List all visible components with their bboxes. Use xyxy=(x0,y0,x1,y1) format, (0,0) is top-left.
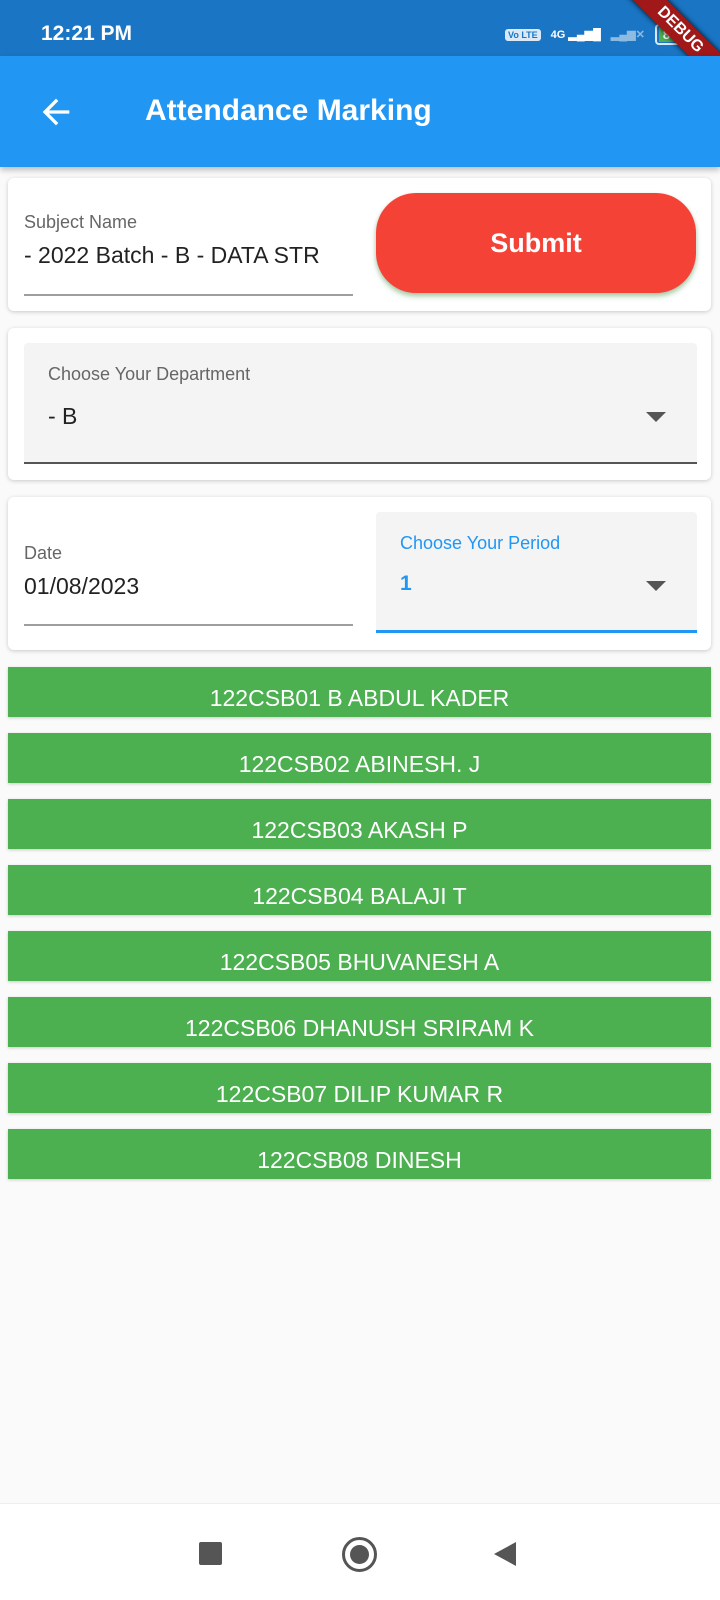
arrow-back-icon[interactable] xyxy=(36,92,76,132)
period-label: Choose Your Period xyxy=(400,533,561,553)
student-row[interactable]: 122CSB04 BALAJI T xyxy=(8,865,711,915)
app-bar: Attendance Marking xyxy=(0,56,720,167)
date-field[interactable]: 01/08/2023 xyxy=(24,573,139,600)
student-row[interactable]: 122CSB06 DHANUSH SRIRAM K xyxy=(8,997,711,1047)
no-signal-icon: ▂▄▆✕ xyxy=(610,29,645,41)
date-label: Date xyxy=(24,543,63,563)
department-value: - B xyxy=(48,403,78,429)
student-row[interactable]: 122CSB07 DILIP KUMAR R xyxy=(8,1063,711,1113)
status-bar: 12:21 PM Vo LTE 4G ▂▄▆█ ▂▄▆✕ 85 DEBUG xyxy=(0,0,720,96)
subject-card: Subject Name - 2022 Batch - B - DATA STR… xyxy=(8,178,711,311)
system-nav-bar xyxy=(0,1503,720,1600)
caret-down-icon xyxy=(646,581,666,591)
volte-icon: Vo LTE xyxy=(505,28,541,41)
student-row[interactable]: 122CSB03 AKASH P xyxy=(8,799,711,849)
period-value: 1 xyxy=(400,572,412,595)
period-dropdown[interactable]: Choose Your Period 1 xyxy=(376,512,697,633)
page-title: Attendance Marking xyxy=(145,94,432,127)
department-dropdown[interactable]: Choose Your Department - B xyxy=(24,343,697,464)
date-period-card: Date 01/08/2023 Choose Your Period 1 xyxy=(8,497,711,650)
student-row[interactable]: 122CSB08 DINESH xyxy=(8,1129,711,1179)
submit-button[interactable]: Submit xyxy=(376,193,696,293)
signal-icon: 4G ▂▄▆█ xyxy=(550,29,601,41)
caret-down-icon xyxy=(646,412,666,422)
subject-field[interactable]: - 2022 Batch - B - DATA STR xyxy=(24,242,354,269)
clock: 12:21 PM xyxy=(41,22,133,45)
date-underline xyxy=(24,624,353,626)
back-button[interactable] xyxy=(494,1542,516,1566)
department-card: Choose Your Department - B xyxy=(8,328,711,480)
home-button[interactable] xyxy=(342,1537,377,1572)
subject-underline xyxy=(24,294,353,296)
network-type: 4G xyxy=(550,29,566,41)
subject-label: Subject Name xyxy=(24,212,138,232)
recents-button[interactable] xyxy=(199,1542,222,1565)
department-label: Choose Your Department xyxy=(48,364,251,384)
student-row[interactable]: 122CSB05 BHUVANESH A xyxy=(8,931,711,981)
student-row[interactable]: 122CSB02 ABINESH. J xyxy=(8,733,711,783)
student-row[interactable]: 122CSB01 B ABDUL KADER xyxy=(8,667,711,717)
